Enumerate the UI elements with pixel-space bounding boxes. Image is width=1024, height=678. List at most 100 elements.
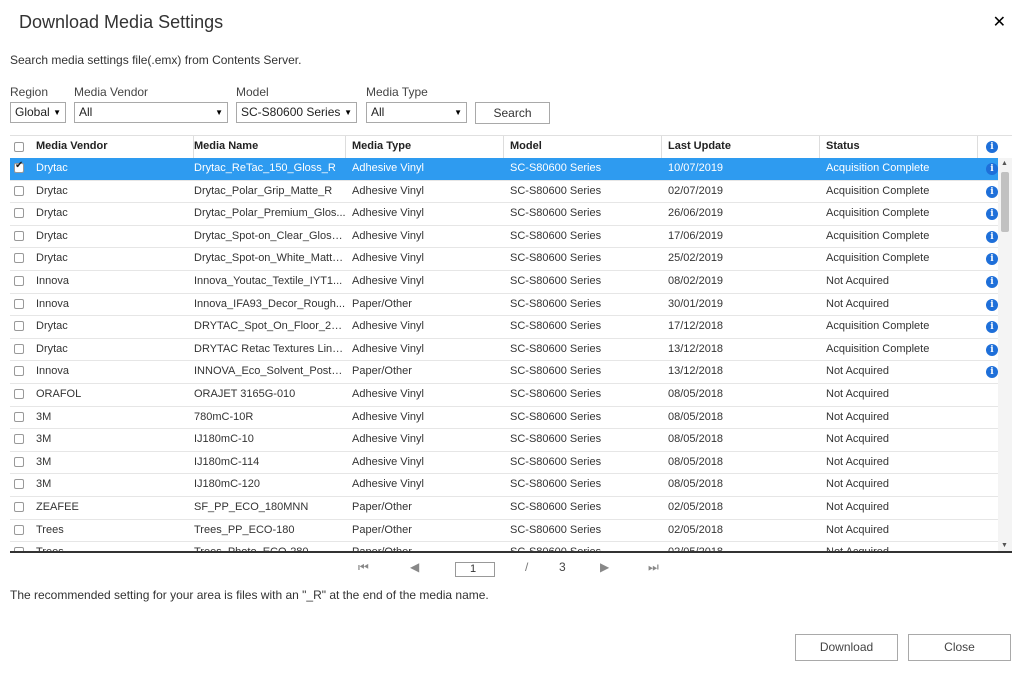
info-icon[interactable]: i xyxy=(986,366,998,379)
scroll-up-icon[interactable]: ▲ xyxy=(1001,160,1008,167)
row-checkbox[interactable] xyxy=(14,160,24,173)
row-checkbox[interactable] xyxy=(14,185,24,196)
info-icon[interactable]: i xyxy=(986,343,998,356)
table-row[interactable]: Innova Innova_Youtac_Textile_IYT1... Adhes… xyxy=(10,271,998,294)
table-row[interactable]: 3M IJ180mC-10 Adhesive Vinyl SC-S80600 Seri… xyxy=(10,429,998,452)
cell-media-name: Drytac_Spot-on_White_Matte... xyxy=(194,252,346,265)
row-checkbox[interactable] xyxy=(14,501,24,512)
row-checkbox[interactable] xyxy=(14,434,24,445)
info-icon[interactable]: i xyxy=(986,298,998,311)
row-checkbox[interactable] xyxy=(14,230,24,241)
table-row[interactable]: 3M IJ180mC-114 Adhesive Vinyl SC-S80600 Ser… xyxy=(10,452,998,475)
row-checkbox[interactable] xyxy=(14,208,24,219)
close-icon[interactable]: ✕ xyxy=(993,12,1006,32)
vendor-select[interactable]: All ▼ xyxy=(74,102,228,123)
row-checkbox[interactable] xyxy=(14,366,24,377)
table-row[interactable]: Drytac Drytac_Spot-on_White_Matte... Adhes… xyxy=(10,248,998,271)
table-row[interactable]: Drytac Drytac_Polar_Grip_Matte_R Adhesive … xyxy=(10,181,998,204)
table-row[interactable]: ORAFOL ORAJET 3165G-010 Adhesive Vinyl SC-S… xyxy=(10,384,998,407)
scrollbar-thumb[interactable] xyxy=(1001,172,1009,232)
cell-media-type: Adhesive Vinyl xyxy=(352,387,424,400)
table-row[interactable]: 3M 780mC-10R Adhesive Vinyl SC-S80600 Serie… xyxy=(10,407,998,430)
page-separator: / xyxy=(525,560,529,574)
info-icon[interactable]: i xyxy=(986,253,998,266)
cell-vendor: Innova xyxy=(36,297,70,310)
table-row[interactable]: Drytac DRYTAC Retac Textures Line... Adhes… xyxy=(10,339,998,362)
info-icon[interactable]: i xyxy=(986,185,998,198)
table-row[interactable]: Trees Trees_Photo_ECO-280 Paper/Other SC-S8… xyxy=(10,542,998,553)
cell-media-name: INNOVA_Eco_Solvent_Poste... xyxy=(194,365,346,378)
cell-status: Not Acquired xyxy=(826,365,889,378)
region-select[interactable]: Global ▼ xyxy=(10,102,66,123)
row-checkbox[interactable] xyxy=(14,253,24,264)
col-media-vendor[interactable]: Media Vendor xyxy=(30,136,194,158)
table-header: Media Vendor Media Name Media Type Model… xyxy=(10,135,1012,159)
select-all-checkbox[interactable] xyxy=(14,142,24,152)
cell-status: Not Acquired xyxy=(826,546,889,553)
table-row[interactable]: Drytac Drytac_Spot-on_Clear_Gloss... Adhes… xyxy=(10,226,998,249)
download-button[interactable]: Download xyxy=(795,634,898,661)
info-icon[interactable]: i xyxy=(986,275,998,288)
table-row[interactable]: 3M IJ180mC-120 Adhesive Vinyl SC-S80600 Ser… xyxy=(10,474,998,497)
col-media-name[interactable]: Media Name xyxy=(188,136,346,158)
info-icon[interactable]: i xyxy=(986,208,998,221)
col-model[interactable]: Model xyxy=(504,136,662,158)
page-number-input[interactable]: 1 xyxy=(455,562,495,577)
info-icon[interactable]: i xyxy=(986,141,998,153)
row-checkbox[interactable] xyxy=(14,411,24,422)
table-row[interactable]: Drytac DRYTAC_Spot_On_Floor_20... Adhesive… xyxy=(10,316,998,339)
media-type-label: Media Type xyxy=(366,85,428,99)
row-checkbox[interactable] xyxy=(14,321,24,332)
row-checkbox[interactable] xyxy=(14,275,24,286)
cell-model: SC-S80600 Series xyxy=(510,252,602,265)
last-page-icon[interactable]: ⏭ xyxy=(648,560,659,575)
col-status[interactable]: Status xyxy=(820,136,978,158)
table-row[interactable]: Trees Trees_PP_ECO-180 Paper/Other SC-S8060… xyxy=(10,520,998,543)
table-row[interactable]: Drytac Drytac_Polar_Premium_Glos... Adhesi… xyxy=(10,203,998,226)
col-last-update[interactable]: Last Update xyxy=(662,136,820,158)
cell-media-name: Drytac_Polar_Premium_Glos... xyxy=(194,207,346,220)
row-checkbox[interactable] xyxy=(14,479,24,490)
next-page-icon[interactable]: ▶ xyxy=(600,560,609,574)
scroll-down-icon[interactable]: ▼ xyxy=(1001,542,1008,549)
cell-last-update: 17/12/2018 xyxy=(668,320,724,333)
cell-model: SC-S80600 Series xyxy=(510,546,602,553)
chevron-down-icon: ▼ xyxy=(454,108,462,117)
prev-page-icon[interactable]: ◀ xyxy=(410,560,419,574)
row-checkbox[interactable] xyxy=(14,524,24,535)
info-icon[interactable]: i xyxy=(986,163,998,175)
row-checkbox[interactable] xyxy=(14,388,24,399)
table-row[interactable]: Innova Innova_IFA93_Decor_Rough... Paper/O… xyxy=(10,294,998,317)
row-checkbox[interactable] xyxy=(14,298,24,309)
cell-vendor: Trees xyxy=(36,523,64,536)
media-type-select[interactable]: All ▼ xyxy=(366,102,467,123)
table-row[interactable]: Drytac Drytac_ReTac_150_Gloss_R Adhesive V… xyxy=(10,158,998,181)
row-checkbox[interactable] xyxy=(14,456,24,467)
search-button[interactable]: Search xyxy=(475,102,550,124)
col-media-type[interactable]: Media Type xyxy=(346,136,504,158)
media-table: Media Vendor Media Name Media Type Model… xyxy=(10,135,1012,553)
first-page-icon[interactable]: ⏮ xyxy=(358,560,369,575)
recommendation-text: The recommended setting for your area is… xyxy=(10,588,489,602)
close-button[interactable]: Close xyxy=(908,634,1011,661)
cell-last-update: 08/05/2018 xyxy=(668,433,724,446)
cell-media-type: Paper/Other xyxy=(352,523,412,536)
cell-vendor: Drytac xyxy=(36,162,68,174)
cell-media-type: Paper/Other xyxy=(352,500,412,513)
vertical-scrollbar[interactable]: ▲ ▼ xyxy=(998,158,1012,551)
table-row[interactable]: Innova INNOVA_Eco_Solvent_Poste... Paper/O… xyxy=(10,361,998,384)
row-checkbox[interactable] xyxy=(14,547,24,551)
info-icon[interactable]: i xyxy=(986,230,998,243)
cell-media-name: Innova_Youtac_Textile_IYT1... xyxy=(194,274,343,287)
table-row[interactable]: ZEAFEE SF_PP_ECO_180MNN Paper/Other SC-S806… xyxy=(10,497,998,520)
cell-status: Not Acquired xyxy=(826,274,889,287)
cell-model: SC-S80600 Series xyxy=(510,207,602,220)
cell-model: SC-S80600 Series xyxy=(510,184,602,197)
model-select[interactable]: SC-S80600 Series ▼ xyxy=(236,102,357,123)
cell-media-type: Adhesive Vinyl xyxy=(352,184,424,197)
cell-vendor: Innova xyxy=(36,274,70,287)
cell-status: Not Acquired xyxy=(826,523,889,536)
info-icon[interactable]: i xyxy=(986,321,998,334)
model-value: SC-S80600 Series xyxy=(241,105,341,119)
row-checkbox[interactable] xyxy=(14,343,24,354)
